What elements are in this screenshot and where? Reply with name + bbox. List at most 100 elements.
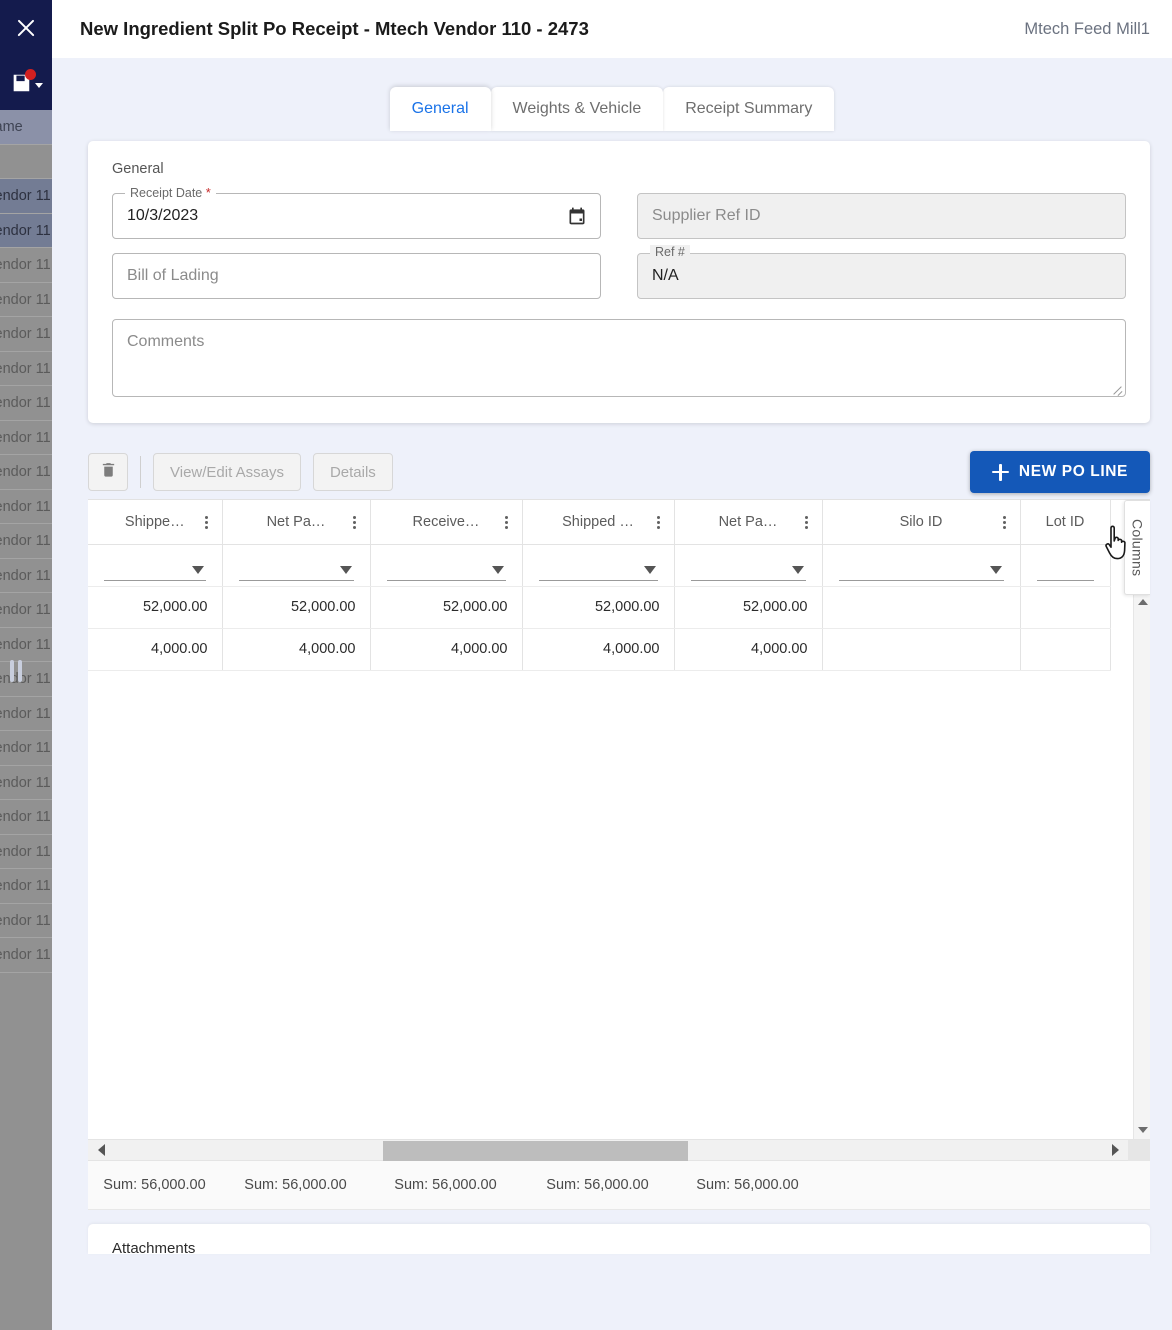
filter-dropdown-caret-icon[interactable] xyxy=(339,565,352,574)
column-menu-icon[interactable] xyxy=(998,514,1012,530)
grid-column-header[interactable]: Silo ID xyxy=(822,500,1021,545)
scroll-up-arrow[interactable] xyxy=(1134,593,1150,610)
supplier-ref-id-field[interactable]: Supplier Ref ID xyxy=(637,193,1126,239)
grid-header: Shippe… Net Pa… Receive… Shipped … Net Pa… Si… xyxy=(88,500,1111,545)
filter-underline xyxy=(104,579,206,581)
grid-cell[interactable]: 4,000.00 xyxy=(674,628,823,671)
comments-field[interactable]: Comments xyxy=(112,319,1126,397)
grid-scroll-viewport: Shippe… Net Pa… Receive… Shipped … Net Pa… Si… xyxy=(88,500,1150,1139)
scroll-down-arrow[interactable] xyxy=(1134,1122,1150,1139)
tab-receipt-summary[interactable]: Receipt Summary xyxy=(663,87,835,131)
background-grid-row: …endor 11 xyxy=(0,421,52,455)
grid-cell[interactable]: 52,000.00 xyxy=(88,586,223,629)
grid-body: 52,000.00 52,000.00 52,000.00 52,000.00 52,0… xyxy=(88,586,1111,671)
background-grid-row: …endor 11 xyxy=(0,593,52,628)
grid-vertical-scrollbar[interactable] xyxy=(1133,593,1150,1139)
grid-cell[interactable]: 4,000.00 xyxy=(222,628,371,671)
details-button[interactable]: Details xyxy=(312,453,393,491)
attachments-title: Attachments xyxy=(112,1239,196,1254)
scroll-right-arrow[interactable] xyxy=(1106,1140,1124,1161)
grid-column-header[interactable]: Lot ID xyxy=(1020,500,1111,545)
tab-general[interactable]: General xyxy=(389,87,491,131)
filter-dropdown-caret-icon[interactable] xyxy=(643,565,656,574)
grid-column-header[interactable]: Receive… xyxy=(370,500,523,545)
chevron-down-icon[interactable] xyxy=(34,82,43,88)
comments-placeholder: Comments xyxy=(127,333,205,350)
resize-grip-icon[interactable] xyxy=(1110,382,1123,395)
grid-column-header-label: Net Pa… xyxy=(718,513,778,530)
grid-filter-cell[interactable] xyxy=(370,544,523,587)
ref-number-field[interactable]: Ref # N/A xyxy=(637,245,1126,299)
grid-filter-cell[interactable] xyxy=(222,544,371,587)
column-menu-icon[interactable] xyxy=(348,514,362,530)
po-lines-grid: Columns Shippe… Net Pa… Receive… Shipped … N… xyxy=(88,499,1150,1210)
grid-cell[interactable]: 52,000.00 xyxy=(522,586,675,629)
column-menu-icon[interactable] xyxy=(800,514,814,530)
new-po-line-button[interactable]: NEW PO LINE xyxy=(969,451,1150,493)
grid-cell[interactable] xyxy=(822,628,1021,671)
filter-dropdown-caret-icon[interactable] xyxy=(989,565,1002,574)
grid-column-header-label: Shipped … xyxy=(562,513,634,530)
bill-of-lading-placeholder: Bill of Lading xyxy=(127,267,219,284)
grid-cell[interactable] xyxy=(1020,586,1111,629)
grid-column-header[interactable]: Shipped … xyxy=(522,500,675,545)
grid-filter-cell[interactable] xyxy=(522,544,675,587)
grid-cell[interactable]: 52,000.00 xyxy=(674,586,823,629)
background-grid-filter-row: . xyxy=(0,145,52,179)
receipt-date-field[interactable]: Receipt Date * 10/3/2023 xyxy=(112,185,601,239)
delete-row-button[interactable] xyxy=(88,453,128,491)
tab-weights-vehicle[interactable]: Weights & Vehicle xyxy=(490,87,664,131)
dialog-header: New Ingredient Split Po Receipt - Mtech … xyxy=(52,0,1172,58)
grid-cell[interactable] xyxy=(822,586,1021,629)
triangle-up-icon xyxy=(1137,598,1148,605)
calendar-icon[interactable] xyxy=(567,206,587,226)
filter-underline xyxy=(1036,579,1094,581)
general-card: General Receipt Date * 10/3/2023 Supplie… xyxy=(88,141,1150,423)
filter-dropdown-caret-icon[interactable] xyxy=(191,565,204,574)
table-row[interactable]: 52,000.00 52,000.00 52,000.00 52,000.00 52,0… xyxy=(88,586,1111,629)
toolbar-divider xyxy=(140,456,141,488)
grid-column-header[interactable]: Net Pa… xyxy=(674,500,823,545)
tab-bar: General Weights & Vehicle Receipt Summar… xyxy=(52,58,1172,131)
background-grid-row: …endor 11 xyxy=(0,628,52,662)
grid-cell[interactable]: 52,000.00 xyxy=(370,586,523,629)
organization-label: Mtech Feed Mill1 xyxy=(1024,19,1150,38)
background-grid-row: …endor 11 xyxy=(0,559,52,593)
grid-filter-cell[interactable] xyxy=(822,544,1021,587)
grid-cell[interactable]: 4,000.00 xyxy=(88,628,223,671)
view-edit-assays-button[interactable]: View/Edit Assays xyxy=(153,453,301,491)
grid-column-header[interactable]: Shippe… xyxy=(88,500,223,545)
grid-cell[interactable] xyxy=(1020,628,1111,671)
close-button[interactable] xyxy=(0,0,52,55)
table-row[interactable]: 4,000.00 4,000.00 4,000.00 4,000.00 4,000.00 xyxy=(88,628,1111,671)
horizontal-scroll-thumb[interactable] xyxy=(383,1140,688,1161)
background-grid-row: …endor 11 xyxy=(0,283,52,317)
grid-column-header-label: Receive… xyxy=(412,513,480,530)
grid-column-header-label: Lot ID xyxy=(1045,513,1085,530)
modal-action-rail xyxy=(0,0,52,110)
scroll-left-arrow[interactable] xyxy=(92,1140,110,1161)
filter-dropdown-caret-icon[interactable] xyxy=(791,565,804,574)
grid-filter-cell[interactable] xyxy=(1020,544,1111,587)
grid-horizontal-scrollbar[interactable] xyxy=(88,1138,1150,1161)
background-grid-row: …endor 11 xyxy=(0,835,52,869)
bill-of-lading-field[interactable]: Bill of Lading xyxy=(112,253,601,299)
grid-cell[interactable]: 4,000.00 xyxy=(522,628,675,671)
grid-cell[interactable]: 52,000.00 xyxy=(222,586,371,629)
grid-cell[interactable]: 4,000.00 xyxy=(370,628,523,671)
background-grid-row: …endor 11 xyxy=(0,800,52,835)
column-menu-icon[interactable] xyxy=(200,514,214,530)
column-menu-icon[interactable] xyxy=(652,514,666,530)
columns-panel-tab[interactable]: Columns xyxy=(1124,500,1150,595)
grid-column-header[interactable]: Net Pa… xyxy=(222,500,371,545)
grid-filter-cell[interactable] xyxy=(674,544,823,587)
background-grid-row: …endor 11 xyxy=(0,904,52,938)
receipt-dialog: New Ingredient Split Po Receipt - Mtech … xyxy=(52,0,1172,1330)
grid-filter-cell[interactable] xyxy=(88,544,223,587)
filter-dropdown-caret-icon[interactable] xyxy=(491,565,504,574)
modal-resize-handle[interactable] xyxy=(8,660,24,682)
triangle-down-icon xyxy=(1137,1127,1148,1133)
trash-icon xyxy=(100,460,117,484)
save-button[interactable] xyxy=(0,55,52,110)
column-menu-icon[interactable] xyxy=(500,514,514,530)
